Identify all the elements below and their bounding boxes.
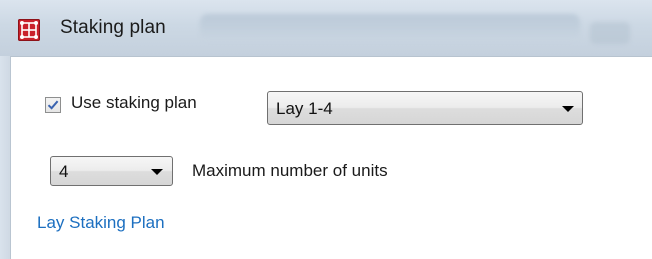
dialog-content: Use staking plan Lay 1-4 4 Maximum numbe…: [11, 57, 652, 259]
max-units-label: Maximum number of units: [192, 161, 388, 180]
chevron-down-icon: [151, 169, 163, 175]
use-staking-plan-label[interactable]: Use staking plan: [71, 93, 197, 113]
staking-plan-window: Staking plan Use staking plan Lay 1-4 4 …: [0, 0, 652, 259]
use-staking-plan-checkbox[interactable]: [45, 97, 61, 113]
title-bar[interactable]: Staking plan: [0, 0, 652, 57]
chevron-down-icon: [562, 106, 574, 112]
app-grid-icon: [18, 19, 40, 41]
staking-plan-value: Lay 1-4: [276, 99, 333, 118]
max-units-dropdown[interactable]: 4: [50, 156, 173, 186]
background-blur: [590, 22, 630, 44]
lay-staking-plan-link[interactable]: Lay Staking Plan: [37, 213, 165, 233]
window-frame: [0, 56, 11, 259]
staking-plan-dropdown[interactable]: Lay 1-4: [267, 91, 583, 125]
background-blur: [200, 14, 580, 40]
checkmark-icon: [47, 100, 59, 110]
window-title: Staking plan: [60, 17, 166, 38]
max-units-value: 4: [59, 162, 69, 181]
